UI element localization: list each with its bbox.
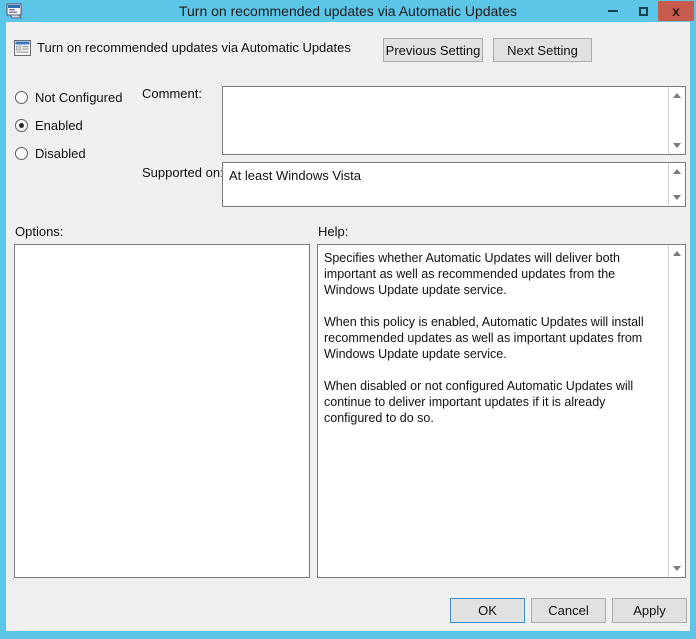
chevron-up-icon: [673, 93, 681, 98]
help-label: Help:: [318, 224, 349, 239]
title-bar[interactable]: Turn on recommended updates via Automati…: [0, 0, 696, 22]
minimize-icon: [608, 10, 618, 12]
supported-on-value: At least Windows Vista: [229, 168, 361, 183]
caption-buttons: x: [598, 1, 694, 21]
radio-disabled-label: Disabled: [35, 145, 86, 161]
chevron-up-icon: [673, 169, 681, 174]
help-text: Specifies whether Automatic Updates will…: [324, 250, 660, 426]
radio-disabled-mark: [15, 146, 28, 160]
radio-not-configured[interactable]: Not Configured: [15, 88, 122, 106]
comment-scroll-track[interactable]: [669, 104, 685, 137]
supported-on-label: Supported on:: [142, 165, 224, 180]
policy-setting-name: Turn on recommended updates via Automati…: [37, 40, 351, 55]
radio-enabled[interactable]: Enabled: [15, 116, 83, 134]
close-button[interactable]: x: [658, 1, 694, 21]
help-panel[interactable]: Specifies whether Automatic Updates will…: [317, 244, 686, 578]
options-panel[interactable]: [14, 244, 310, 578]
policy-setting-icon: [14, 40, 31, 56]
previous-setting-button[interactable]: Previous Setting: [383, 38, 483, 62]
window-title: Turn on recommended updates via Automati…: [178, 3, 517, 19]
help-scrollbar[interactable]: [668, 245, 685, 577]
minimize-button[interactable]: [598, 1, 628, 21]
radio-not-configured-mark: [15, 90, 28, 104]
comment-label: Comment:: [142, 86, 202, 101]
supported-on-scroll-up-button[interactable]: [669, 163, 685, 180]
options-label: Options:: [15, 224, 64, 239]
chevron-down-icon: [673, 566, 681, 571]
supported-on-scroll-down-button[interactable]: [669, 189, 685, 206]
help-paragraph: When this policy is enabled, Automatic U…: [324, 315, 644, 361]
radio-enabled-mark: [15, 118, 28, 132]
dialog-client-area: Turn on recommended updates via Automati…: [6, 22, 690, 631]
help-scroll-down-button[interactable]: [669, 560, 685, 577]
next-setting-button[interactable]: Next Setting: [493, 38, 592, 62]
comment-textarea[interactable]: [222, 86, 686, 155]
chevron-down-icon: [673, 195, 681, 200]
maximize-icon: [638, 6, 648, 16]
radio-disabled[interactable]: Disabled: [15, 144, 86, 162]
ok-button[interactable]: OK: [450, 598, 525, 623]
comment-scroll-down-button[interactable]: [669, 137, 685, 154]
radio-not-configured-label: Not Configured: [35, 89, 123, 105]
supported-on-scrollbar[interactable]: [668, 163, 685, 206]
help-scroll-up-button[interactable]: [669, 245, 685, 262]
cancel-button[interactable]: Cancel: [531, 598, 606, 623]
supported-on-scroll-track[interactable]: [669, 180, 685, 189]
help-scroll-track[interactable]: [669, 262, 685, 560]
comment-scroll-up-button[interactable]: [669, 87, 685, 104]
radio-enabled-label: Enabled: [35, 117, 83, 133]
chevron-down-icon: [673, 143, 681, 148]
chevron-up-icon: [673, 251, 681, 256]
help-paragraph: Specifies whether Automatic Updates will…: [324, 251, 620, 297]
help-paragraph: When disabled or not configured Automati…: [324, 379, 634, 425]
close-icon: x: [672, 3, 680, 19]
comment-scrollbar[interactable]: [668, 87, 685, 154]
apply-button[interactable]: Apply: [612, 598, 687, 623]
group-policy-setting-window: Turn on recommended updates via Automati…: [0, 0, 696, 639]
supported-on-textarea[interactable]: At least Windows Vista: [222, 162, 686, 207]
maximize-button[interactable]: [628, 1, 658, 21]
